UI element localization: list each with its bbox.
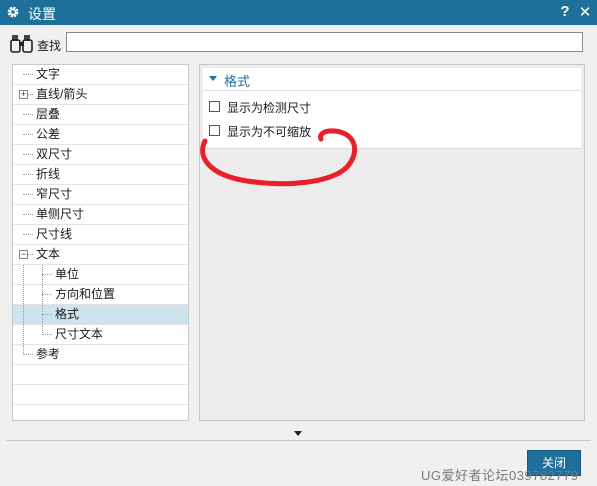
tree-connector bbox=[23, 214, 33, 215]
tree-connector bbox=[23, 234, 33, 235]
collapse-icon[interactable]: − bbox=[19, 250, 28, 259]
tree-item-label: 单位 bbox=[55, 267, 80, 281]
expand-more-icon[interactable] bbox=[294, 431, 302, 436]
tree-connector bbox=[23, 305, 24, 324]
tree-empty-row bbox=[13, 385, 188, 405]
tree-item-label: 公差 bbox=[36, 127, 61, 141]
search-input[interactable] bbox=[66, 32, 583, 52]
tree-item-label: 直线/箭头 bbox=[36, 87, 88, 101]
tree-item-text-group[interactable]: − 文本 bbox=[13, 245, 188, 265]
tree-connector bbox=[42, 294, 52, 295]
tree-item-format[interactable]: 格式 bbox=[13, 305, 188, 325]
tree-connector bbox=[23, 114, 33, 115]
tree-item-dual-dimension[interactable]: 双尺寸 bbox=[13, 145, 188, 165]
tree-item-label: 折线 bbox=[36, 167, 61, 181]
tree-item-label: 尺寸文本 bbox=[55, 327, 104, 341]
tree-item-label: 方向和位置 bbox=[55, 287, 116, 301]
tree-item-label: 文本 bbox=[36, 247, 61, 261]
search-row: 查找 bbox=[0, 25, 597, 61]
tree-item-label: 层叠 bbox=[36, 107, 61, 121]
tree-connector bbox=[28, 254, 33, 255]
tree-item-text[interactable]: 文字 bbox=[13, 65, 188, 85]
tree-item-tolerance[interactable]: 公差 bbox=[13, 125, 188, 145]
window-title: 设置 bbox=[28, 6, 56, 22]
tree-item-line-arrow[interactable]: + 直线/箭头 bbox=[13, 85, 188, 105]
tree-item-label: 尺寸线 bbox=[36, 227, 73, 241]
expand-icon[interactable]: + bbox=[19, 90, 28, 99]
tree-item-label: 参考 bbox=[36, 347, 61, 361]
help-button[interactable]: ? bbox=[557, 3, 573, 21]
tree-connector bbox=[23, 265, 24, 284]
tree-empty-row bbox=[13, 405, 188, 420]
title-bar: 设置 ? ✕ bbox=[0, 0, 597, 25]
binoculars-icon bbox=[10, 34, 34, 57]
tree-connector bbox=[23, 285, 24, 304]
checkbox-label: 显示为检测尺寸 bbox=[227, 101, 312, 115]
tree-connector bbox=[42, 314, 52, 315]
tree-connector bbox=[23, 74, 33, 75]
tree-connector bbox=[23, 134, 33, 135]
tree-item-label: 单侧尺寸 bbox=[36, 207, 85, 221]
show-as-inspection-checkbox[interactable] bbox=[209, 101, 220, 112]
tree-connector bbox=[28, 94, 33, 95]
search-label: 查找 bbox=[37, 39, 62, 53]
tree-connector bbox=[23, 354, 33, 355]
tree-connector bbox=[23, 174, 33, 175]
settings-content-panel: 格式 显示为检测尺寸 显示为不可缩放 bbox=[199, 64, 585, 421]
tree-connector bbox=[42, 334, 52, 335]
tree-connector bbox=[42, 274, 52, 275]
footer-divider bbox=[6, 440, 591, 441]
red-annotation-scribble bbox=[200, 128, 358, 187]
tree-empty-row bbox=[13, 365, 188, 385]
settings-tree: 文字 + 直线/箭头 层叠 公差 双尺寸 折线 窄尺寸 单侧尺寸 尺寸线 − 文… bbox=[12, 64, 189, 421]
group-title: 格式 bbox=[224, 74, 251, 89]
tree-connector bbox=[23, 194, 33, 195]
gear-icon bbox=[6, 5, 20, 22]
collapse-triangle-icon bbox=[209, 76, 217, 81]
tree-item-orientation-location[interactable]: 方向和位置 bbox=[13, 285, 188, 305]
tree-item-units[interactable]: 单位 bbox=[13, 265, 188, 285]
tree-item-label: 格式 bbox=[55, 307, 80, 321]
tree-item-label: 文字 bbox=[36, 67, 61, 81]
tree-item-jog[interactable]: 折线 bbox=[13, 165, 188, 185]
tree-item-reference[interactable]: 参考 bbox=[13, 345, 188, 365]
tree-item-label: 双尺寸 bbox=[36, 147, 73, 161]
tree-item-stacking[interactable]: 层叠 bbox=[13, 105, 188, 125]
tree-item-dimension-text[interactable]: 尺寸文本 bbox=[13, 325, 188, 345]
watermark: UG爱好者论坛039782779 bbox=[421, 468, 579, 483]
tree-connector bbox=[23, 154, 33, 155]
tree-item-single-sided-dimension[interactable]: 单侧尺寸 bbox=[13, 205, 188, 225]
tree-connector bbox=[23, 325, 24, 344]
tree-item-label: 窄尺寸 bbox=[36, 187, 73, 201]
format-group-header[interactable]: 格式 bbox=[203, 68, 581, 91]
close-window-button[interactable]: ✕ bbox=[577, 3, 593, 21]
tree-item-dimension-line[interactable]: 尺寸线 bbox=[13, 225, 188, 245]
tree-item-narrow-dimension[interactable]: 窄尺寸 bbox=[13, 185, 188, 205]
